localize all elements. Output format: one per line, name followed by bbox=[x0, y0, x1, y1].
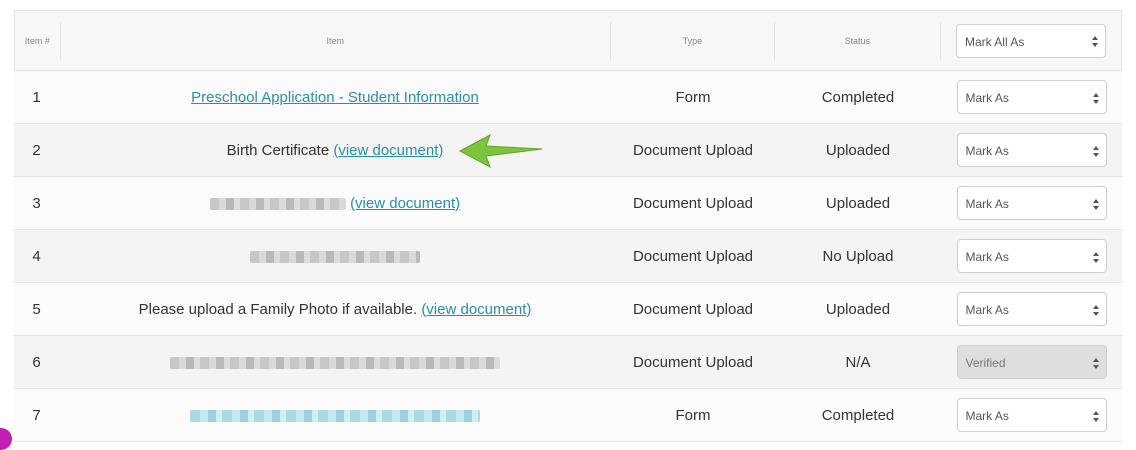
row-item bbox=[59, 248, 611, 265]
row-type: Document Upload bbox=[632, 300, 754, 318]
row-number: 3 bbox=[32, 194, 41, 212]
select-arrows-icon bbox=[1091, 34, 1099, 50]
select-arrows-icon bbox=[1092, 90, 1100, 106]
row-action: Mark As bbox=[941, 239, 1122, 273]
row-status: No Upload bbox=[822, 247, 894, 265]
row-type: Document Upload bbox=[632, 194, 754, 212]
row-status: Uploaded bbox=[825, 141, 891, 159]
row-action: Mark As bbox=[941, 186, 1122, 220]
row-type: Document Upload bbox=[632, 353, 754, 371]
row-status: Completed bbox=[821, 406, 895, 424]
row-status: Uploaded bbox=[825, 300, 891, 318]
table-row: 2 Birth Certificate (view document) Docu… bbox=[14, 124, 1122, 177]
table-header: Item # Item Type Status Mark All As bbox=[14, 10, 1122, 71]
mark-as-select-value: Mark As bbox=[965, 144, 1009, 158]
table-row: 4 Document Upload No Upload Mark As bbox=[14, 230, 1122, 283]
row-type: Form bbox=[675, 88, 711, 106]
header-action: Mark All As bbox=[941, 23, 1121, 58]
item-text: Birth Certificate bbox=[226, 141, 334, 159]
table-row: 3 (view document) Document Upload Upload… bbox=[14, 177, 1122, 230]
row-number: 4 bbox=[32, 247, 41, 265]
verified-select: Verified bbox=[956, 345, 1107, 379]
mark-as-select[interactable]: Mark As bbox=[956, 133, 1107, 167]
table-row: 7 Form Completed Mark As bbox=[14, 389, 1122, 442]
view-document-link[interactable]: (view document) bbox=[333, 142, 443, 159]
row-item bbox=[59, 354, 611, 371]
row-action: Mark As bbox=[941, 133, 1122, 167]
header-item-number-label: Item # bbox=[24, 35, 50, 46]
row-type: Document Upload bbox=[632, 141, 754, 159]
mark-all-select[interactable]: Mark All As bbox=[955, 23, 1106, 58]
select-arrows-icon bbox=[1092, 196, 1100, 212]
header-status: Status bbox=[775, 21, 941, 60]
mark-as-select-value: Mark As bbox=[965, 409, 1009, 423]
redacted-text bbox=[170, 356, 500, 369]
row-action: Mark As bbox=[941, 80, 1122, 114]
view-document-link[interactable]: (view document) bbox=[421, 301, 531, 318]
select-arrows-icon bbox=[1092, 249, 1100, 265]
row-type: Form bbox=[675, 406, 711, 424]
table-row: 5 Please upload a Family Photo if availa… bbox=[14, 283, 1122, 336]
mark-all-select-value: Mark All As bbox=[964, 34, 1025, 49]
select-arrows-icon bbox=[1092, 355, 1100, 371]
item-text: Please upload a Family Photo if availabl… bbox=[138, 300, 422, 318]
mark-as-select[interactable]: Mark As bbox=[956, 239, 1107, 273]
mark-as-select-value: Mark As bbox=[965, 303, 1009, 317]
select-arrows-icon bbox=[1092, 302, 1100, 318]
mark-as-select[interactable]: Mark As bbox=[956, 292, 1107, 326]
row-number: 2 bbox=[32, 141, 41, 159]
mark-as-select[interactable]: Mark As bbox=[956, 398, 1107, 432]
row-number: 7 bbox=[32, 406, 41, 424]
verified-select-value: Verified bbox=[965, 356, 1006, 370]
row-item: Please upload a Family Photo if availabl… bbox=[59, 301, 611, 318]
row-status: Uploaded bbox=[825, 194, 891, 212]
row-number: 6 bbox=[32, 353, 41, 371]
row-number: 5 bbox=[32, 300, 41, 318]
mark-as-select[interactable]: Mark As bbox=[956, 80, 1107, 114]
annotation-arrow-icon bbox=[458, 133, 543, 169]
row-item: (view document) bbox=[59, 195, 611, 212]
redacted-text bbox=[250, 250, 420, 263]
table-row: 1 Preschool Application - Student Inform… bbox=[14, 71, 1122, 124]
header-type: Type bbox=[611, 21, 775, 60]
select-arrows-icon bbox=[1092, 143, 1100, 159]
mark-as-select-value: Mark As bbox=[965, 250, 1009, 264]
row-status: Completed bbox=[821, 88, 895, 106]
row-item bbox=[59, 407, 611, 424]
view-document-link[interactable]: (view document) bbox=[350, 195, 460, 212]
row-status: N/A bbox=[845, 353, 871, 371]
table-row: 6 Document Upload N/A Verified bbox=[14, 336, 1122, 389]
redacted-text bbox=[209, 197, 346, 210]
row-action: Verified bbox=[941, 345, 1122, 379]
checklist-table: Item # Item Type Status Mark All As 1 Pr… bbox=[14, 10, 1122, 442]
mark-as-select-value: Mark As bbox=[965, 197, 1009, 211]
mark-as-select-value: Mark As bbox=[965, 91, 1009, 105]
row-number: 1 bbox=[32, 88, 41, 106]
redacted-link[interactable] bbox=[190, 409, 480, 422]
item-link[interactable]: Preschool Application - Student Informat… bbox=[191, 89, 479, 106]
row-action: Mark As bbox=[941, 398, 1122, 432]
header-item: Item bbox=[61, 21, 611, 60]
select-arrows-icon bbox=[1092, 408, 1100, 424]
row-action: Mark As bbox=[941, 292, 1122, 326]
header-item-number: Item # bbox=[15, 21, 61, 60]
purple-circle-icon bbox=[0, 428, 12, 450]
mark-as-select[interactable]: Mark As bbox=[956, 186, 1107, 220]
row-type: Document Upload bbox=[632, 247, 754, 265]
row-item: Preschool Application - Student Informat… bbox=[59, 89, 611, 106]
